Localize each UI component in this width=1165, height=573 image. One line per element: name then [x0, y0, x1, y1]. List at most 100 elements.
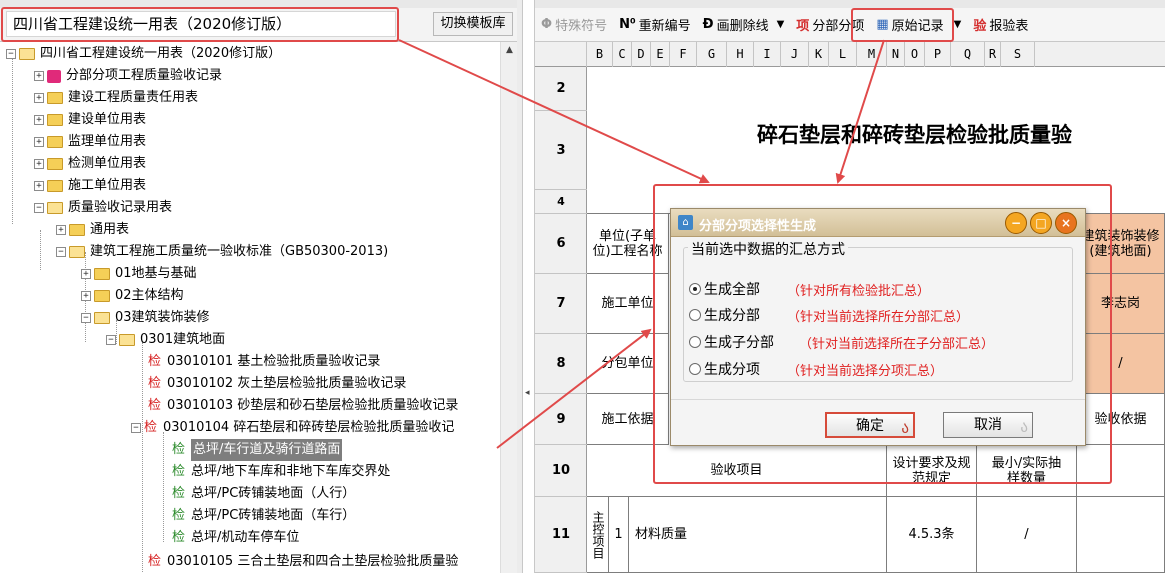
collapse-icon[interactable]: − — [131, 423, 141, 433]
column-letter[interactable]: G — [697, 42, 727, 67]
expand-icon[interactable]: + — [34, 93, 44, 103]
column-letter[interactable]: C — [613, 42, 632, 67]
scroll-up-icon[interactable]: ▲ — [501, 42, 518, 59]
row-number[interactable]: 2 — [535, 67, 587, 111]
tree-item-jldw[interactable]: + 监理单位用表 — [34, 131, 146, 153]
close-icon[interactable]: × — [1055, 212, 1077, 234]
row-number[interactable]: 7 — [535, 274, 587, 334]
column-letter[interactable]: J — [781, 42, 809, 67]
tree-item-02[interactable]: +02主体结构 — [81, 285, 184, 307]
radio[interactable] — [689, 309, 701, 321]
annotation-box-toolbar — [851, 8, 954, 42]
column-letter[interactable]: K — [809, 42, 829, 67]
tree-item-zlzr[interactable]: + 建设工程质量责任用表 — [34, 87, 198, 109]
radio[interactable] — [689, 363, 701, 375]
tree-item-fbfx[interactable]: + 分部分项工程质量验收记录 — [34, 65, 222, 87]
tree-item-03010105[interactable]: 检 03010105 三合土垫层和四合土垫层检验批质量验 — [148, 551, 458, 573]
row-number[interactable]: 10 — [535, 445, 587, 497]
row-number[interactable]: 8 — [535, 334, 587, 394]
tree-item-jsdw[interactable]: + 建设单位用表 — [34, 109, 146, 131]
collapse-icon[interactable]: − — [81, 313, 91, 323]
tree-item-03010104[interactable]: − 检 03010104 碎石垫层和碎砖垫层检验批质量验收记 — [131, 417, 454, 439]
tree-item-batch[interactable]: 检总坪/机动车停车位 — [172, 527, 299, 549]
tree-item-selected[interactable]: 检总坪/车行道及骑行道路面 — [172, 439, 343, 461]
tree-item-batch[interactable]: 检总坪/PC砖铺装地面（人行） — [172, 483, 355, 505]
cell-clause[interactable]: 4.5.3条 — [887, 497, 977, 573]
collapse-icon[interactable]: − — [34, 203, 44, 213]
cancel-button[interactable]: 取消 ა — [943, 412, 1033, 438]
expand-icon[interactable]: + — [81, 291, 91, 301]
dialog-titlebar[interactable]: ⌂ 分部分项选择性生成 − □ × — [671, 209, 1085, 237]
row-number[interactable]: 3 — [535, 111, 587, 190]
switch-template-button[interactable]: 切换模板库 — [433, 12, 513, 36]
expand-icon[interactable]: + — [34, 71, 44, 81]
tree-item-root[interactable]: − 四川省工程建设统一用表（2020修订版） — [6, 43, 281, 65]
row-number[interactable]: 11 — [535, 497, 587, 573]
cell-material[interactable]: 材料质量 — [629, 497, 887, 573]
tree-item-zlys[interactable]: − 质量验收记录用表 — [34, 197, 172, 219]
column-letter[interactable]: P — [925, 42, 951, 67]
tree-item-03010102[interactable]: 检 03010102 灰土垫层检验批质量验收记录 — [148, 373, 406, 395]
tree-item-01[interactable]: +01地基与基础 — [81, 263, 197, 285]
expand-icon[interactable]: + — [81, 269, 91, 279]
tree-item-sgdw[interactable]: + 施工单位用表 — [34, 175, 146, 197]
strikethrough-button[interactable]: Ð 画删除线 ▼ — [697, 12, 791, 38]
row-number[interactable]: 4 — [535, 190, 587, 214]
cell-slash[interactable]: / — [977, 497, 1077, 573]
option-item[interactable]: 生成分项 — [689, 359, 760, 379]
column-letter[interactable]: H — [727, 42, 754, 67]
column-letter[interactable]: D — [632, 42, 651, 67]
tree-item-gb50300[interactable]: − 建筑工程施工质量统一验收标准（GB50300-2013) — [56, 241, 388, 263]
tree-item-batch[interactable]: 检总坪/PC砖铺装地面（车行） — [172, 505, 355, 527]
column-letter[interactable]: L — [829, 42, 857, 67]
expand-icon[interactable]: + — [34, 159, 44, 169]
dropdown-arrow-icon[interactable]: ▼ — [777, 19, 785, 30]
maximize-icon[interactable]: □ — [1030, 212, 1052, 234]
option-division[interactable]: 生成分部 — [689, 305, 760, 325]
radio-selected[interactable] — [689, 283, 701, 295]
tree-label: 01地基与基础 — [115, 266, 197, 281]
tree-item-jcdw[interactable]: + 检测单位用表 — [34, 153, 146, 175]
renumber-button[interactable]: N⁰ 重新编号 — [613, 12, 697, 38]
tree-item-0301[interactable]: − 0301建筑地面 — [106, 329, 225, 351]
row-number[interactable]: 6 — [535, 214, 587, 274]
cell-main-control[interactable]: 主控项目 — [587, 497, 609, 573]
tree-scrollbar[interactable]: ▲ — [500, 42, 517, 573]
template-tree[interactable]: − 四川省工程建设统一用表（2020修订版） + 分部分项工程质量验收记录 + 建设工… — [0, 42, 500, 573]
tree-item-batch[interactable]: 检总坪/地下车库和非地下车库交界处 — [172, 461, 390, 483]
dropdown-arrow-icon[interactable]: ▼ — [954, 19, 962, 30]
special-char-button[interactable]: Φ 特殊符号 — [535, 12, 613, 38]
expand-icon[interactable]: + — [34, 115, 44, 125]
minimize-icon[interactable]: − — [1005, 212, 1027, 234]
column-letter[interactable]: Q — [951, 42, 985, 67]
expand-icon[interactable]: + — [34, 137, 44, 147]
option-all[interactable]: 生成全部 — [689, 279, 760, 299]
tree-item-03[interactable]: − 03建筑装饰装修 — [81, 307, 210, 329]
report-form-button[interactable]: 验报验表 — [967, 12, 1034, 38]
cell-item-no[interactable]: 1 — [609, 497, 629, 573]
collapse-arrow-icon[interactable]: ◂ — [525, 388, 530, 398]
expand-icon[interactable]: + — [56, 225, 66, 235]
column-letter[interactable]: S — [1001, 42, 1035, 67]
ok-button[interactable]: 确定 ა — [825, 412, 915, 438]
select-all-corner[interactable] — [535, 42, 587, 67]
column-letter[interactable]: M — [857, 42, 887, 67]
column-letter[interactable]: I — [754, 42, 781, 67]
tree-item-03010103[interactable]: 检 03010103 砂垫层和砂石垫层检验批质量验收记录 — [148, 395, 458, 417]
option-subdivision[interactable]: 生成子分部 — [689, 332, 774, 352]
collapse-icon[interactable]: − — [56, 247, 66, 257]
cell-empty[interactable] — [1077, 497, 1165, 573]
column-letter[interactable]: F — [670, 42, 697, 67]
column-letter[interactable]: N — [887, 42, 905, 67]
expand-icon[interactable]: + — [34, 181, 44, 191]
column-letter[interactable]: B — [587, 42, 613, 67]
column-letter[interactable]: R — [985, 42, 1001, 67]
column-letter[interactable]: O — [905, 42, 925, 67]
collapse-icon[interactable]: − — [106, 335, 116, 345]
radio[interactable] — [689, 336, 701, 348]
collapse-icon[interactable]: − — [6, 49, 16, 59]
tree-item-03010101[interactable]: 检 03010101 基土检验批质量验收记录 — [148, 351, 380, 373]
column-letter[interactable]: E — [651, 42, 670, 67]
row-number[interactable]: 9 — [535, 394, 587, 445]
tree-item-tyb[interactable]: + 通用表 — [56, 219, 129, 241]
